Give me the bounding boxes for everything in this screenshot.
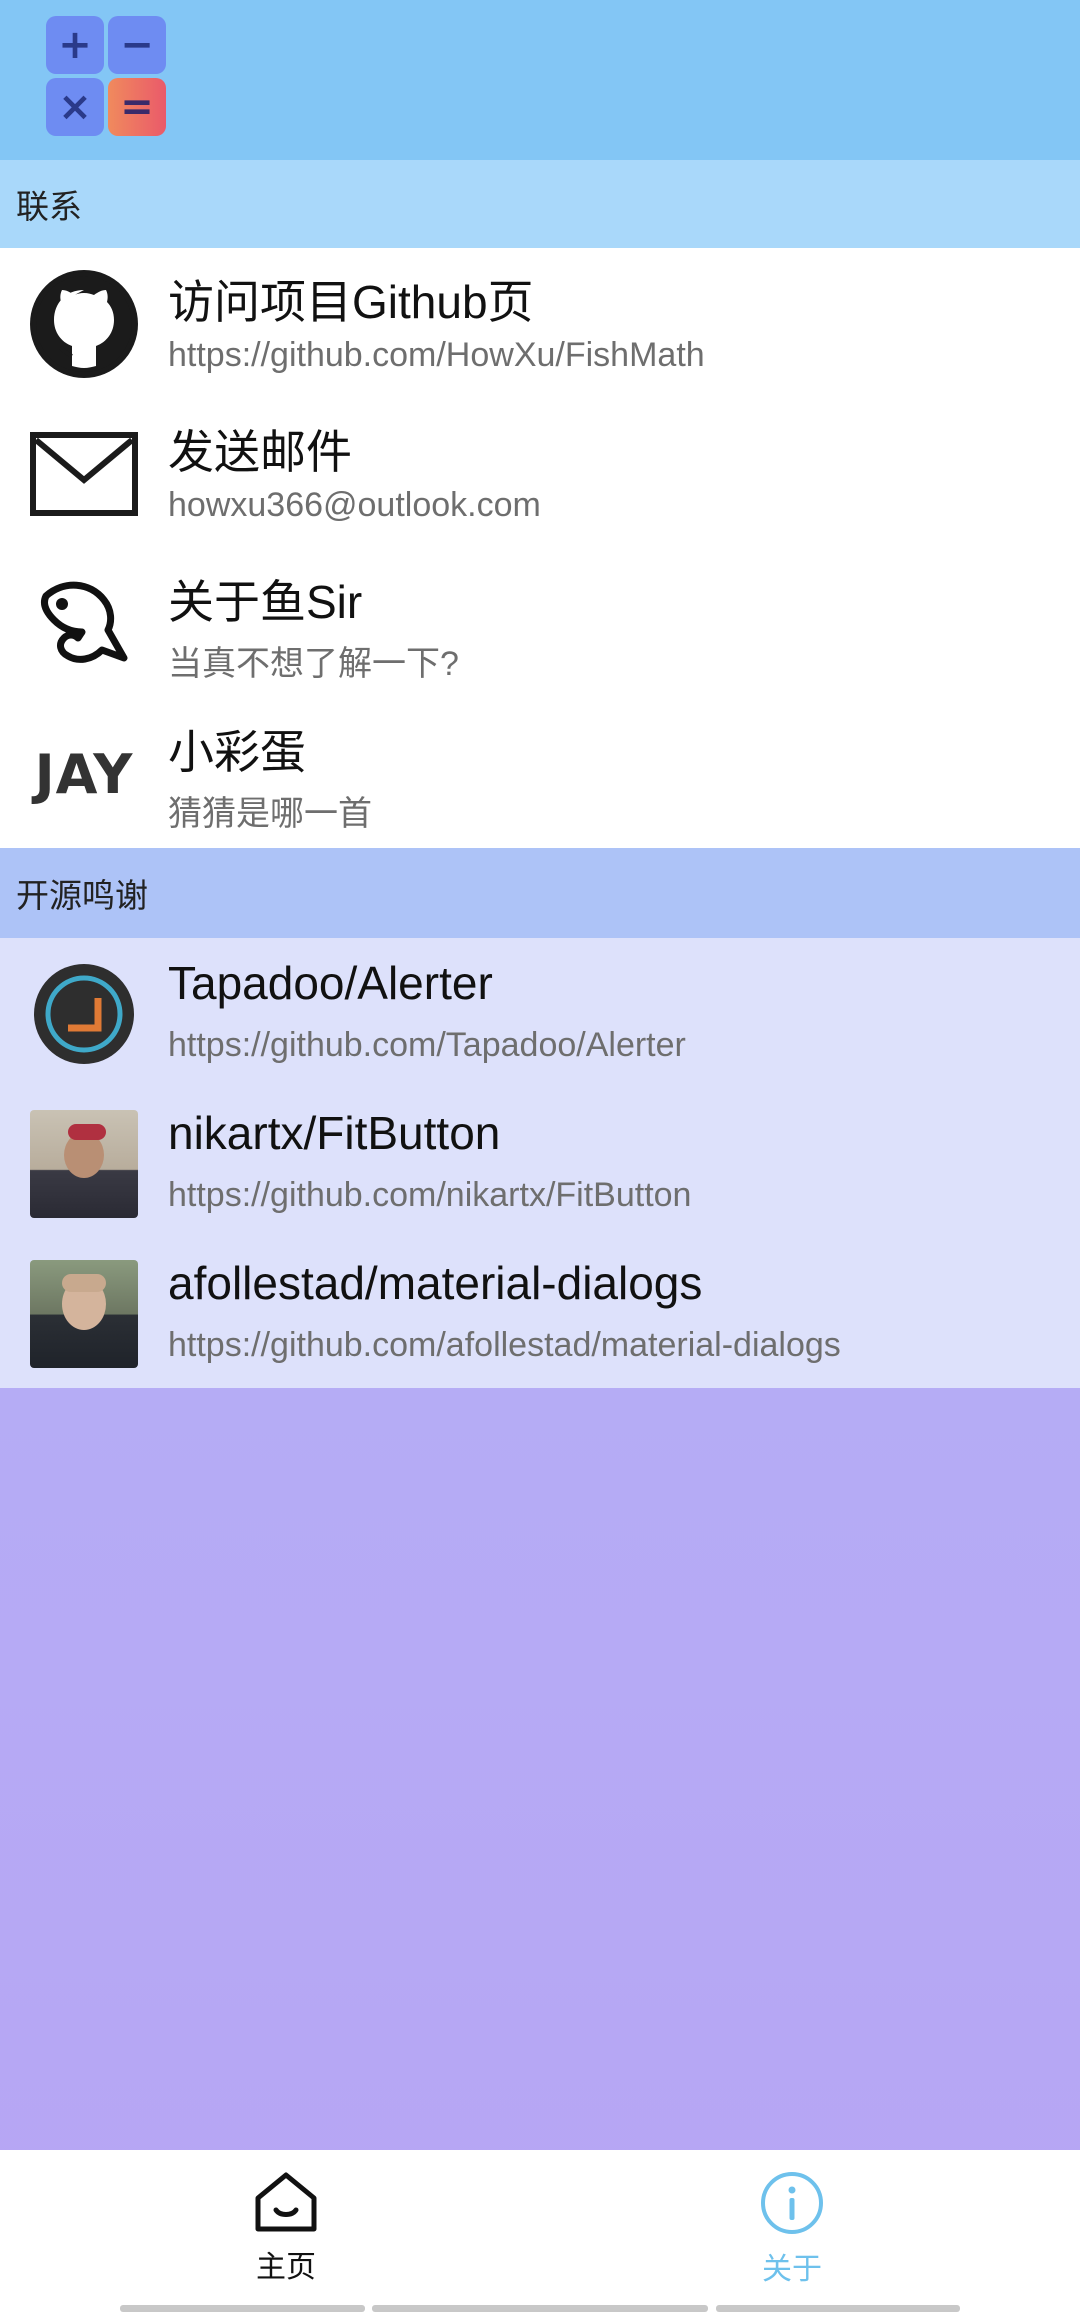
jay-logo: JAY xyxy=(34,742,134,806)
item-title: nikartx/FitButton xyxy=(168,1107,501,1159)
item-subtitle: https://github.com/afollestad/material-d… xyxy=(168,1326,841,1364)
list-item-material-dialogs[interactable]: afollestad/material-dialogs https://gith… xyxy=(0,1238,1080,1388)
item-title: 发送邮件 xyxy=(168,426,352,478)
app-logo: + − × = xyxy=(46,16,170,140)
list-item-about-fish[interactable]: 关于鱼Sir 当真不想了解一下? xyxy=(0,548,1080,698)
info-icon xyxy=(761,2172,823,2234)
nav-indicator-right xyxy=(716,2305,960,2312)
nav-indicator-left xyxy=(120,2305,365,2312)
list-item-alerter[interactable]: Tapadoo/Alerter https://github.com/Tapad… xyxy=(0,938,1080,1088)
section-header-credits: 开源鸣谢 xyxy=(0,848,1080,938)
section-header-label: 联系 xyxy=(16,187,82,226)
tab-home[interactable]: 主页 xyxy=(186,2170,386,2290)
item-subtitle: 当真不想了解一下? xyxy=(168,645,459,683)
fish-icon xyxy=(30,570,138,678)
item-title: 访问项目Github页 xyxy=(168,276,534,328)
bottom-navigation: 主页 关于 xyxy=(0,2150,1080,2316)
item-subtitle: 猜猜是哪一首 xyxy=(168,795,372,833)
item-title: Tapadoo/Alerter xyxy=(168,957,493,1009)
avatar xyxy=(30,1110,138,1218)
section-header-contact: 联系 xyxy=(0,160,1080,248)
item-title: 关于鱼Sir xyxy=(168,576,363,628)
nav-indicator-middle xyxy=(372,2305,708,2312)
logo-equals: = xyxy=(108,78,166,136)
top-app-bar: + − × = xyxy=(0,0,1080,160)
avatar xyxy=(30,1260,138,1368)
logo-times: × xyxy=(46,78,104,136)
list-item-github[interactable]: 访问项目Github页 https://github.com/HowXu/Fis… xyxy=(0,248,1080,398)
mail-icon xyxy=(30,420,138,528)
contact-list: 访问项目Github页 https://github.com/HowXu/Fis… xyxy=(0,248,1080,848)
tab-label: 关于 xyxy=(762,2252,822,2287)
logo-plus: + xyxy=(46,16,104,74)
github-icon xyxy=(30,270,138,378)
item-subtitle: https://github.com/Tapadoo/Alerter xyxy=(168,1026,686,1064)
list-item-easter-egg[interactable]: JAY 小彩蛋 猜猜是哪一首 xyxy=(0,698,1080,848)
item-subtitle: https://github.com/nikartx/FitButton xyxy=(168,1176,692,1214)
avatar-photo xyxy=(30,1110,138,1218)
avatar-photo xyxy=(30,1260,138,1368)
item-subtitle: https://github.com/HowXu/FishMath xyxy=(168,336,705,374)
item-subtitle: howxu366@outlook.com xyxy=(168,486,541,524)
item-title: afollestad/material-dialogs xyxy=(168,1257,703,1309)
credits-list: Tapadoo/Alerter https://github.com/Tapad… xyxy=(0,938,1080,1388)
section-header-label: 开源鸣谢 xyxy=(16,876,148,915)
tab-about[interactable]: 关于 xyxy=(692,2170,892,2290)
item-title: 小彩蛋 xyxy=(168,726,306,778)
alerter-logo-icon xyxy=(30,960,138,1068)
logo-minus: − xyxy=(108,16,166,74)
tab-label: 主页 xyxy=(256,2250,316,2285)
list-item-fitbutton[interactable]: nikartx/FitButton https://github.com/nik… xyxy=(0,1088,1080,1238)
home-icon xyxy=(255,2172,317,2232)
list-item-email[interactable]: 发送邮件 howxu366@outlook.com xyxy=(0,398,1080,548)
